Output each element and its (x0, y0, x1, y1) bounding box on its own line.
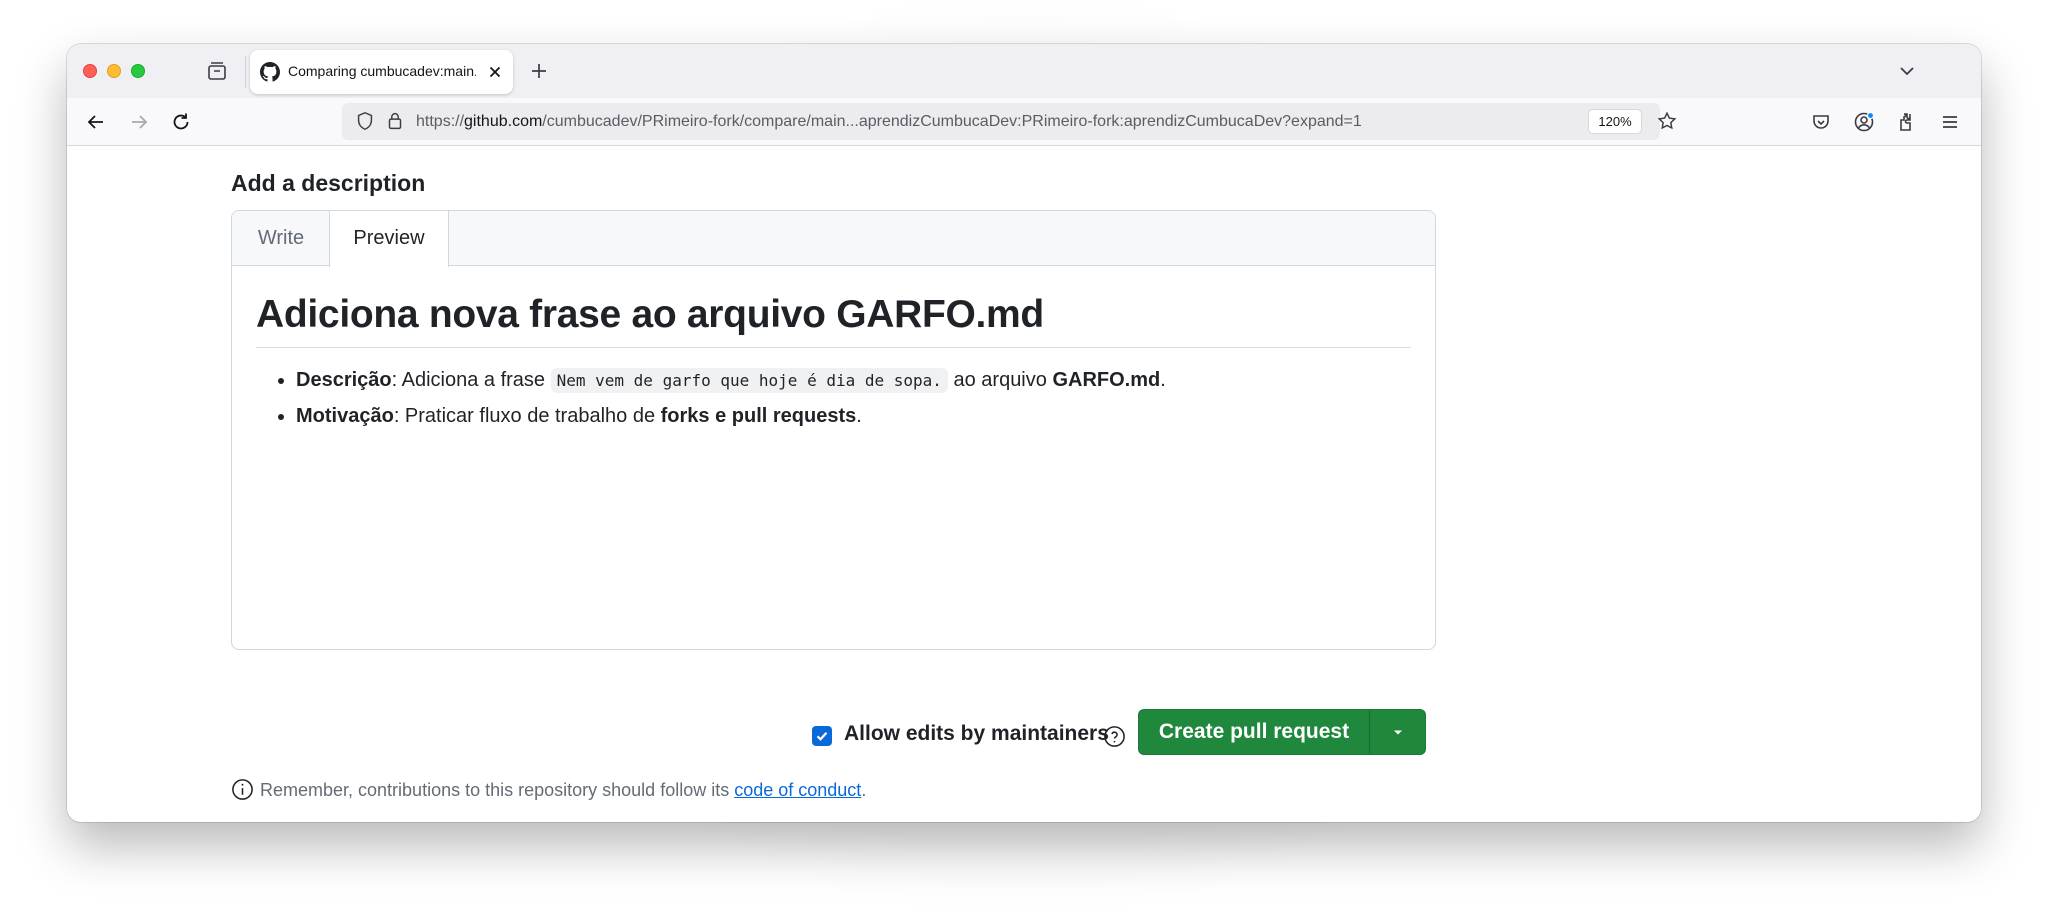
tab-strip: Comparing cumbucadev:main... (67, 44, 1981, 98)
list-item-label: Descrição (296, 369, 392, 391)
github-icon (260, 62, 280, 82)
info-icon (232, 779, 253, 800)
navigation-toolbar: https://github.com/cumbucadev/PRimeiro-f… (67, 98, 1981, 146)
url-protocol: https:// (416, 113, 465, 130)
preview-list: Descrição: Adiciona a frase Nem vem de g… (256, 366, 1411, 431)
tab-preview[interactable]: Preview (329, 211, 449, 267)
zoom-level-badge[interactable]: 120% (1589, 110, 1641, 133)
list-item-label: Motivação (296, 405, 394, 427)
list-item-bold: forks e pull requests (660, 405, 857, 427)
url-text[interactable]: https://github.com/cumbucadev/PRimeiro-f… (416, 113, 1362, 131)
url-host: github.com (464, 113, 543, 130)
bookmark-star-icon[interactable] (1656, 110, 1678, 132)
description-heading: Add a description (231, 170, 426, 196)
checkmark-icon (816, 731, 828, 741)
description-editor: Write Preview Adiciona nova frase ao arq… (231, 210, 1436, 650)
markdown-preview: Adiciona nova frase ao arquivo GARFO.md … (256, 266, 1411, 438)
notice-text: Remember, contributions to this reposito… (260, 780, 866, 801)
list-item-text: : Praticar fluxo de trabalho de (393, 405, 661, 427)
address-bar[interactable]: https://github.com/cumbucadev/PRimeiro-f… (342, 103, 1677, 140)
tab-overview-icon[interactable] (205, 59, 229, 83)
forward-arrow-icon[interactable] (127, 110, 151, 134)
editor-tab-bar: Write Preview (232, 211, 1435, 267)
create-pull-request-button: Create pull request (1138, 709, 1426, 755)
extensions-icon[interactable] (1895, 110, 1919, 134)
menu-icon[interactable] (1938, 110, 1962, 134)
notice-text-before: Remember, contributions to this reposito… (260, 780, 735, 800)
account-icon[interactable] (1852, 110, 1876, 134)
chevron-down-icon[interactable] (1895, 59, 1919, 83)
caret-down-icon (1394, 730, 1402, 735)
list-item-text: : Adiciona a frase (391, 369, 551, 391)
list-item: Descrição: Adiciona a frase Nem vem de g… (296, 366, 1411, 395)
list-item-text: ao arquivo (947, 369, 1053, 391)
notice-text-after: . (861, 780, 867, 800)
inline-code: Nem vem de garfo que hoje é dia de sopa. (550, 368, 948, 393)
allow-edits-checkbox[interactable] (812, 726, 832, 746)
shield-icon[interactable] (354, 110, 376, 132)
url-path: /cumbucadev/PRimeiro-fork/compare/main..… (542, 113, 1362, 130)
preview-title: Adiciona nova frase ao arquivo GARFO.md (256, 266, 1411, 348)
zoom-window-button[interactable] (131, 64, 145, 78)
lock-icon[interactable] (384, 110, 406, 132)
pocket-icon[interactable] (1809, 110, 1833, 134)
browser-window: Comparing cumbucadev:main... https://git… (67, 44, 1981, 822)
allow-edits-label[interactable]: Allow edits by maintainers (844, 722, 1109, 746)
tab-title: Comparing cumbucadev:main... (288, 63, 476, 79)
question-circle-icon[interactable] (1103, 725, 1126, 748)
list-item-text: . (856, 405, 862, 427)
create-options-dropdown[interactable] (1370, 710, 1426, 754)
list-item-text: . (1160, 369, 1166, 391)
tab-separator (245, 56, 246, 88)
back-arrow-icon[interactable] (84, 110, 108, 134)
minimize-window-button[interactable] (107, 64, 121, 78)
close-tab-icon[interactable] (485, 62, 505, 82)
tab-write[interactable]: Write (232, 211, 330, 266)
close-window-button[interactable] (83, 64, 97, 78)
reload-icon[interactable] (169, 110, 193, 134)
list-item: Motivação: Praticar fluxo de trabalho de… (296, 402, 1411, 431)
create-pull-request-label[interactable]: Create pull request (1139, 710, 1369, 754)
tab-github-compare[interactable]: Comparing cumbucadev:main... (250, 50, 513, 94)
list-item-bold: GARFO.md (1052, 369, 1161, 391)
code-of-conduct-link[interactable]: code of conduct (734, 780, 861, 800)
new-tab-icon[interactable] (527, 59, 551, 83)
page-content: Add a description Write Preview Adiciona… (67, 146, 1981, 822)
